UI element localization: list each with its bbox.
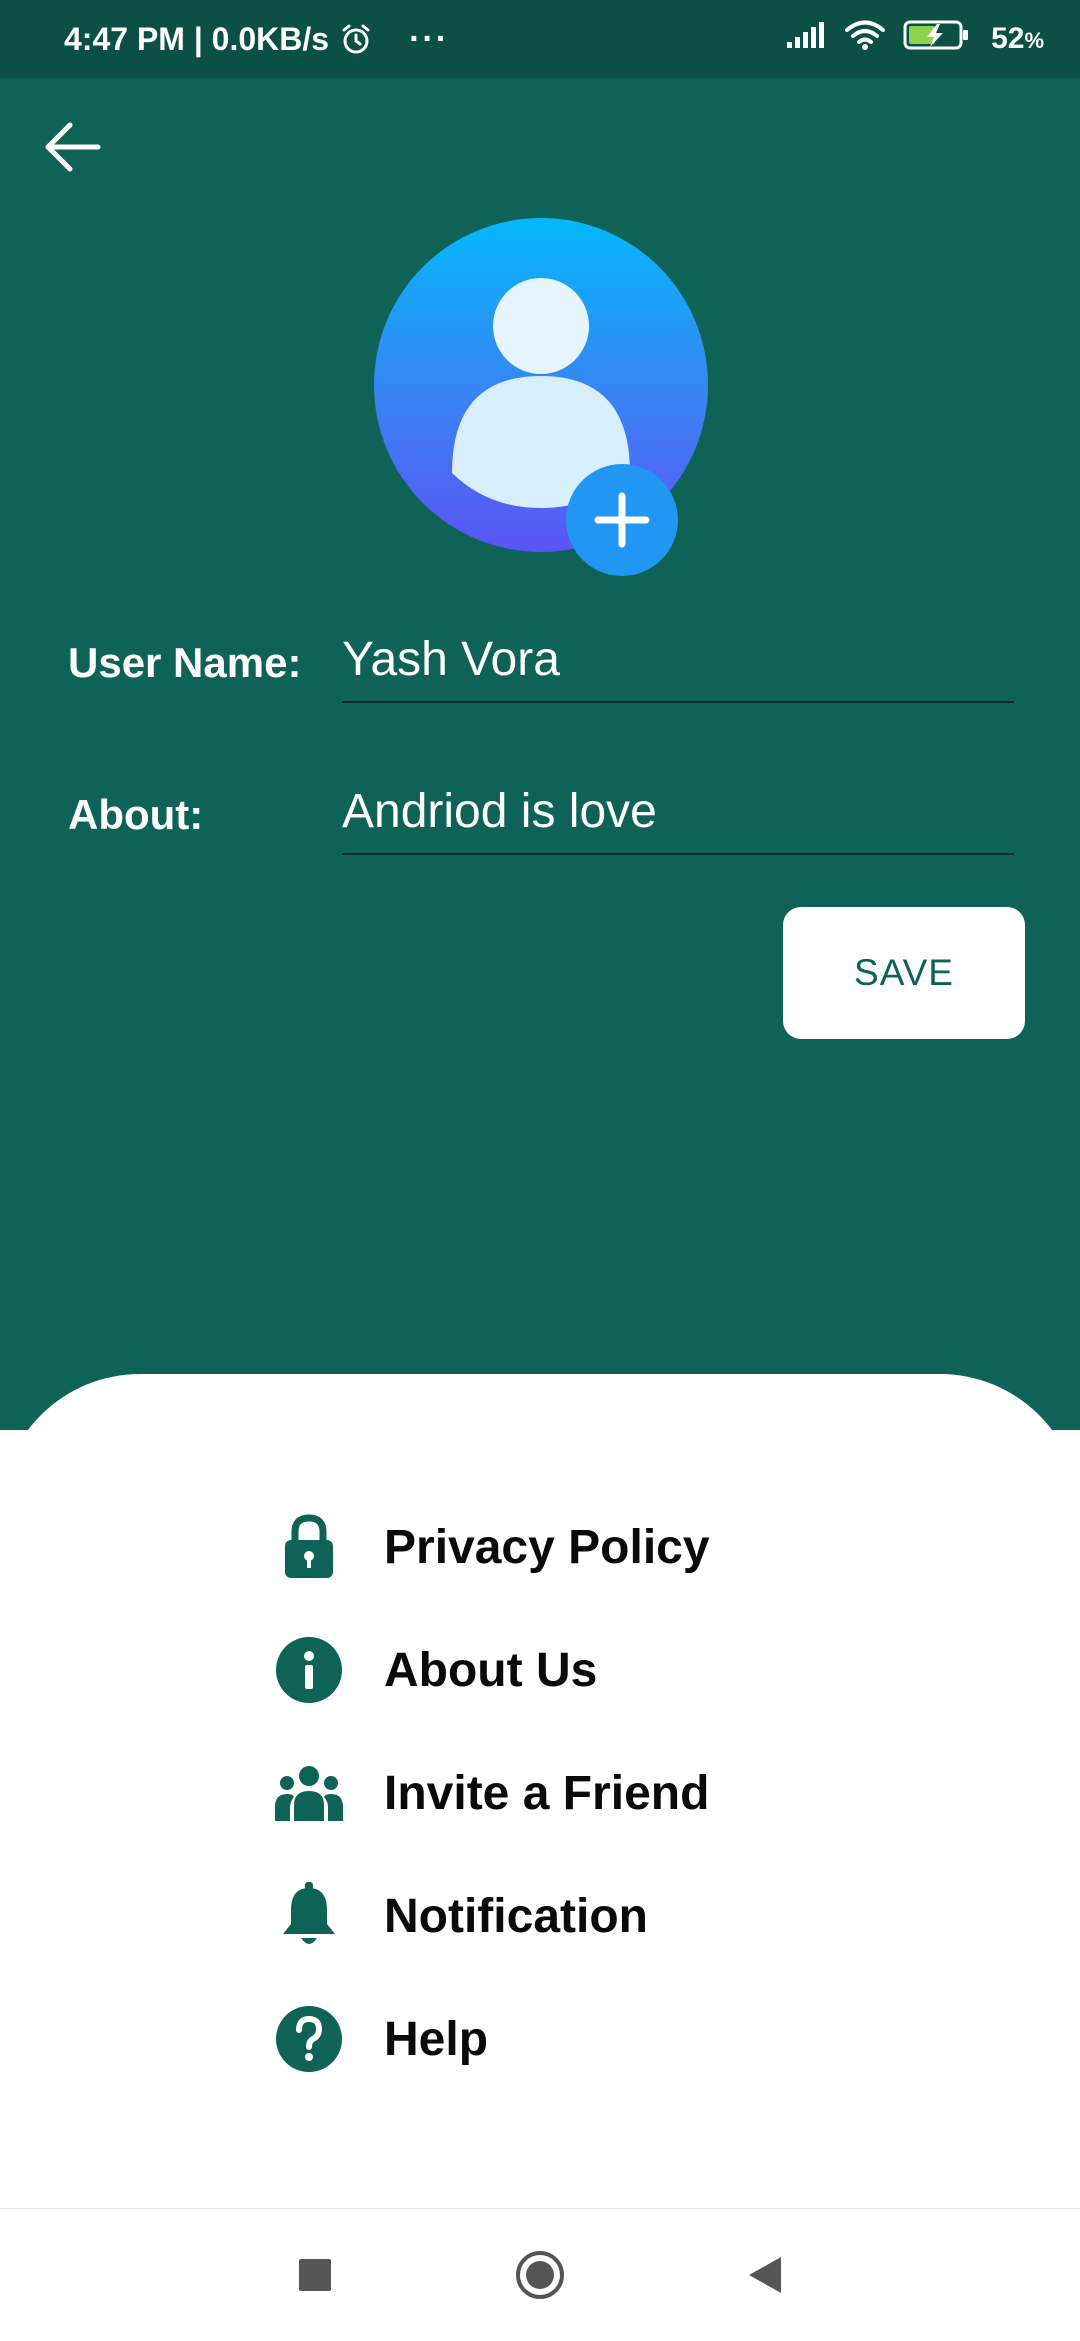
- about-label: About:: [68, 791, 204, 838]
- profile-header: User Name: About: SAVE: [0, 78, 1080, 1430]
- settings-sheet: Privacy Policy About Us Invite a Friend: [0, 1374, 1080, 2210]
- menu-item-label: Invite a Friend: [384, 1766, 710, 1820]
- menu-item-notification[interactable]: Notification: [272, 1871, 872, 1961]
- back-nav-button[interactable]: [732, 2243, 796, 2307]
- menu-item-about-us[interactable]: About Us: [272, 1625, 872, 1715]
- menu-item-invite-friend[interactable]: Invite a Friend: [272, 1748, 872, 1838]
- signal-icon: [785, 20, 827, 58]
- status-time: 4:47 PM | 0.0KB/s: [64, 20, 330, 57]
- lock-icon: [272, 1510, 346, 1584]
- add-photo-button[interactable]: [566, 464, 678, 576]
- status-right: 52%: [785, 0, 1044, 78]
- about-field[interactable]: [342, 775, 1014, 855]
- alarm-icon: [339, 22, 373, 56]
- status-bar: 4:47 PM | 0.0KB/s ··· 52%: [0, 0, 1080, 78]
- recents-button[interactable]: [283, 2243, 347, 2307]
- menu-item-label: Privacy Policy: [384, 1520, 710, 1574]
- username-row: User Name:: [68, 623, 1014, 703]
- save-button[interactable]: SAVE: [783, 907, 1025, 1039]
- menu-item-privacy-policy[interactable]: Privacy Policy: [272, 1502, 872, 1592]
- square-icon: [299, 2259, 331, 2291]
- about-row: About:: [68, 775, 1014, 855]
- menu-item-label: Help: [384, 2012, 489, 2066]
- arrow-left-icon: [45, 122, 101, 172]
- plus-icon: [594, 492, 650, 548]
- home-button[interactable]: [508, 2243, 572, 2307]
- system-nav-bar: [0, 2208, 1080, 2341]
- status-left: 4:47 PM | 0.0KB/s ···: [64, 0, 449, 78]
- battery-charging-icon: [903, 19, 973, 59]
- triangle-back-icon: [749, 2257, 781, 2293]
- bell-icon: [272, 1879, 346, 1953]
- menu-item-label: About Us: [384, 1643, 598, 1697]
- menu-item-label: Notification: [384, 1889, 648, 1943]
- menu-item-help[interactable]: Help: [272, 1994, 872, 2084]
- username-field[interactable]: [342, 623, 1014, 703]
- group-icon: [272, 1756, 346, 1830]
- username-label: User Name:: [68, 639, 302, 686]
- help-icon: [272, 2002, 346, 2076]
- avatar-container: [374, 218, 708, 576]
- more-notifications-icon: ···: [409, 19, 450, 58]
- info-icon: [272, 1633, 346, 1707]
- circle-icon: [516, 2251, 564, 2299]
- back-button[interactable]: [36, 112, 106, 182]
- battery-percent: 52%: [991, 22, 1044, 55]
- wifi-icon: [845, 19, 886, 59]
